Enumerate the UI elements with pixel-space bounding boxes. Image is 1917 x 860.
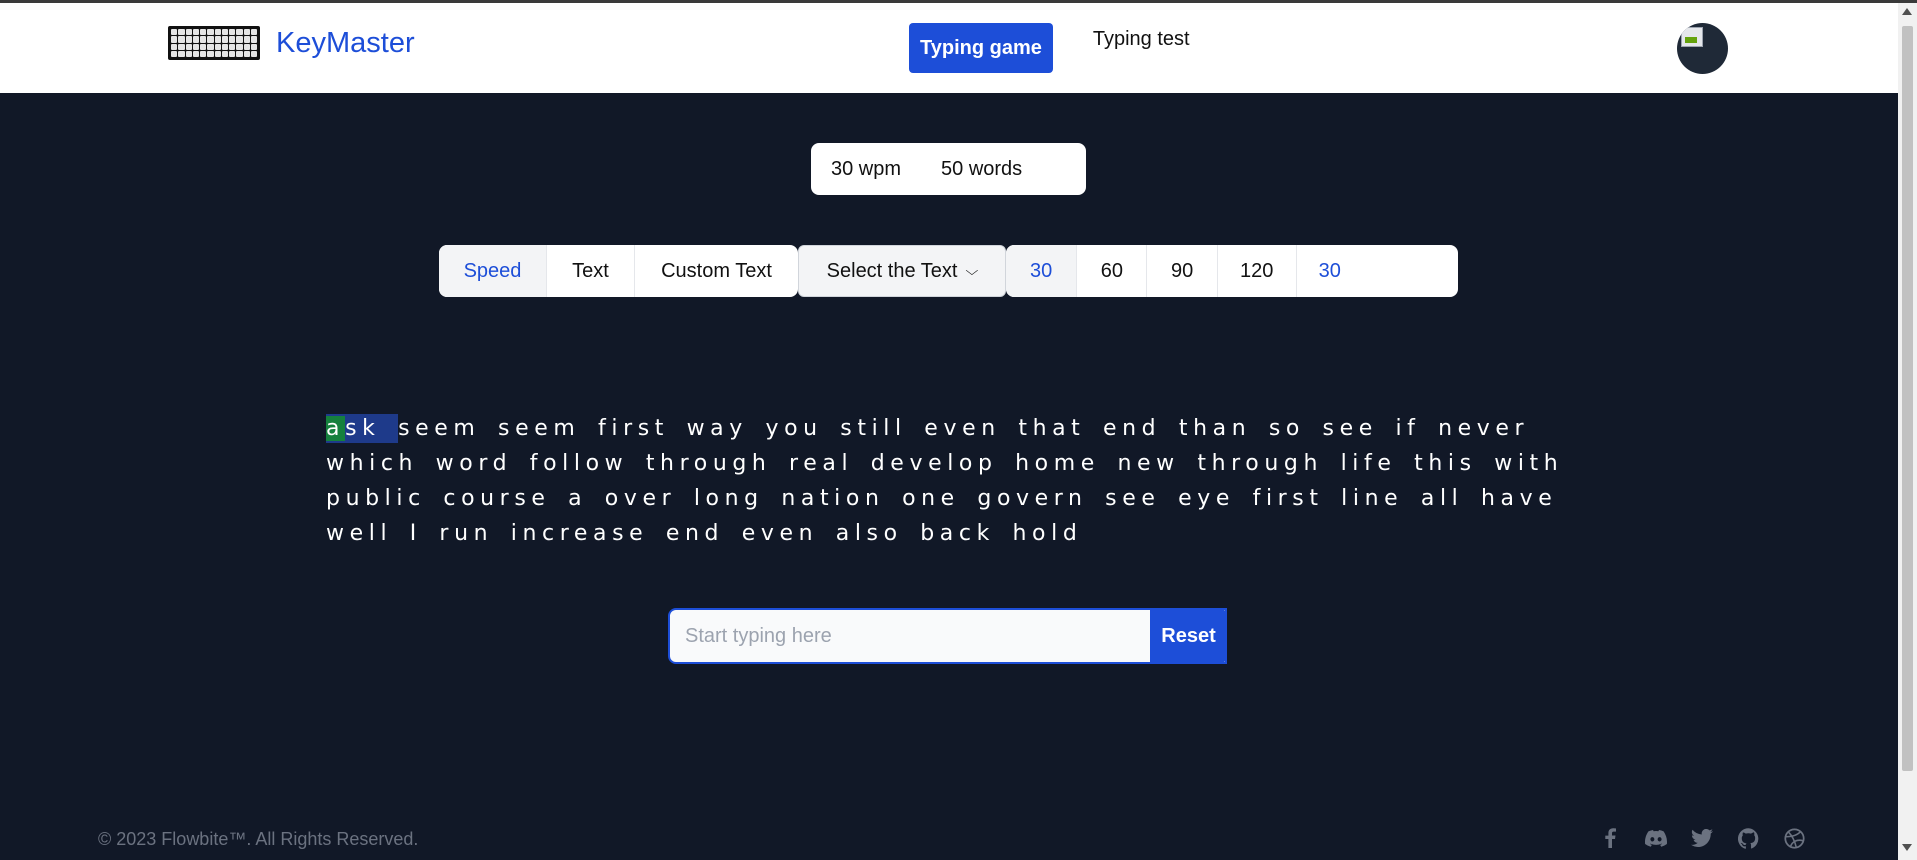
wpm-stat: 30 wpm [831, 157, 902, 180]
reset-button[interactable]: Reset [1150, 608, 1227, 664]
github-icon[interactable] [1736, 826, 1760, 850]
navbar: KeyMaster Typing game Typing test [0, 3, 1898, 93]
correct-letters: a [326, 416, 346, 441]
stats-panel: 30 wpm 50 words [811, 143, 1086, 195]
copyright-text: © 2023 Flowbite™. All Rights Reserved. [98, 829, 419, 849]
duration-90[interactable]: 90 [1147, 245, 1218, 297]
tab-custom-text[interactable]: Custom Text [635, 245, 798, 297]
social-links [1598, 826, 1806, 850]
scroll-up-arrow-icon[interactable] [1902, 8, 1912, 15]
duration-60[interactable]: 60 [1077, 245, 1148, 297]
scrollbar-thumb[interactable] [1902, 26, 1913, 771]
discord-icon[interactable] [1644, 826, 1668, 850]
tab-speed[interactable]: Speed [439, 245, 547, 297]
scroll-down-arrow-icon[interactable] [1902, 844, 1912, 851]
mode-toolbar: Speed Text Custom Text Select the Text ⌵… [439, 245, 1458, 297]
current-word-rest: sk [345, 416, 381, 441]
tab-text[interactable]: Text [547, 245, 635, 297]
typing-input-wrapper [668, 608, 1227, 664]
brand-link[interactable]: KeyMaster [168, 26, 415, 60]
duration-30[interactable]: 30 [1006, 245, 1078, 297]
dribbble-icon[interactable] [1782, 826, 1806, 850]
text-select-value: Select the Text [826, 259, 958, 282]
custom-duration-input[interactable]: 30 [1318, 255, 1435, 287]
word-count-stat: 50 words [941, 157, 1023, 180]
nav-typing-game[interactable]: Typing game [909, 23, 1053, 73]
user-avatar[interactable] [1677, 23, 1728, 74]
twitter-icon[interactable] [1690, 826, 1714, 850]
chevron-down-icon: ⌵ [966, 263, 979, 278]
typing-input[interactable] [670, 610, 1225, 662]
word-display: ask seem seem first way you still even t… [326, 411, 1596, 551]
nav-typing-test[interactable]: Typing test [1093, 28, 1190, 51]
duration-120[interactable]: 120 [1218, 245, 1297, 297]
main-nav: Typing game Typing test [909, 23, 1190, 73]
facebook-icon[interactable] [1598, 826, 1622, 850]
text-select[interactable]: Select the Text ⌵ [798, 245, 1006, 297]
duration-options: 30 60 90 120 30 [1006, 245, 1458, 297]
brand-name: KeyMaster [276, 26, 415, 59]
broken-image-icon [1681, 27, 1703, 47]
mode-tabs: Speed Text Custom Text [439, 245, 798, 297]
keyboard-logo-icon [168, 26, 260, 60]
remaining-words: seem seem first way you still even that … [326, 416, 1564, 546]
current-word: ask [326, 414, 399, 443]
